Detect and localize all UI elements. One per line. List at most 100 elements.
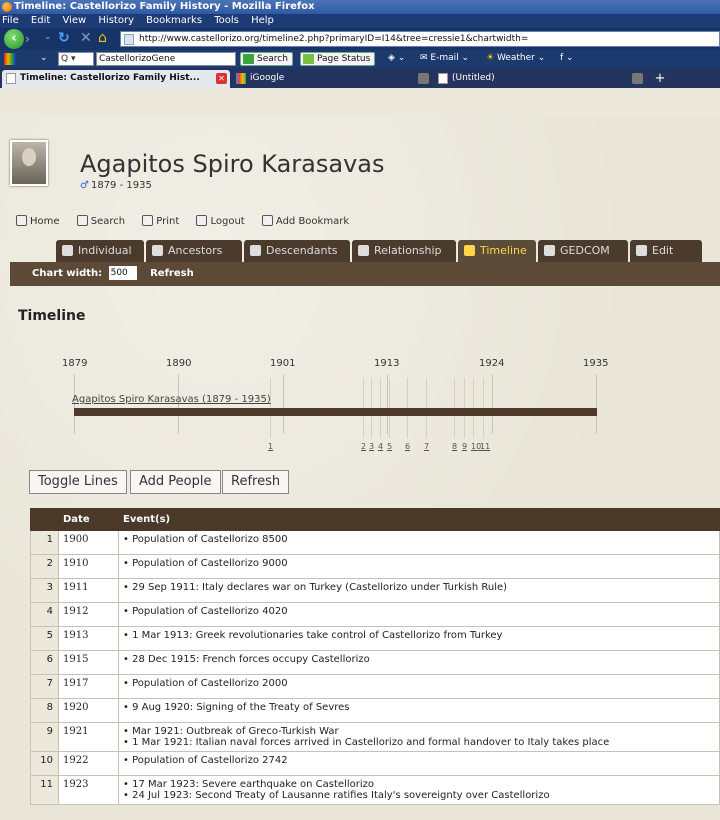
row-index: 1 <box>30 530 59 555</box>
browser-tab-timeline[interactable]: Timeline: Castellorizo Family Hist... ✕ <box>2 70 230 88</box>
tab-timeline[interactable]: Timeline <box>458 240 536 262</box>
tab-individual[interactable]: Individual <box>56 240 144 262</box>
home-link-label: Home <box>30 216 60 227</box>
event-text: 17 Mar 1923: Severe earthquake on Castel… <box>132 779 375 790</box>
tab-gedcom[interactable]: GEDCOM <box>538 240 628 262</box>
tab-descendants[interactable]: Descendants <box>244 240 350 262</box>
timeline-year: 1890 <box>166 358 192 369</box>
menu-edit[interactable]: Edit <box>31 15 50 26</box>
event-marker[interactable]: 11 <box>480 442 490 451</box>
event-marker[interactable]: 5 <box>387 442 392 451</box>
table-row: 6 1915 • 28 Dec 1915: French forces occupy… <box>30 650 720 675</box>
event-marker[interactable]: 3 <box>369 442 374 451</box>
tab-label: GEDCOM <box>560 244 610 257</box>
print-link[interactable]: Print <box>142 215 179 227</box>
chart-refresh-link[interactable]: Refresh <box>150 268 194 279</box>
address-bar[interactable]: http://www.castellorizo.org/timeline2.ph… <box>120 31 720 47</box>
browser-tab-igoogle[interactable]: iGoogle <box>232 70 432 88</box>
table-row: 8 1920 • 9 Aug 1920: Signing of the Treaty… <box>30 698 720 723</box>
toggle-lines-button[interactable]: Toggle Lines <box>29 470 127 494</box>
event-marker[interactable]: 8 <box>452 442 457 451</box>
event-date: 1921 <box>58 722 119 752</box>
home-link[interactable]: Home <box>16 215 60 227</box>
browser-tab-untitled[interactable]: (Untitled) <box>434 70 646 88</box>
tab-edit[interactable]: Edit <box>630 240 702 262</box>
refresh-button[interactable]: Refresh <box>222 470 290 494</box>
forward-button[interactable]: › <box>25 32 39 46</box>
shield-icon[interactable]: ◈ ⌄ <box>388 53 405 63</box>
bullet-icon: • <box>123 702 133 713</box>
logout-link[interactable]: Logout <box>196 215 245 227</box>
home-icon[interactable]: ⌂ <box>98 30 107 46</box>
menu-file[interactable]: File <box>2 15 19 26</box>
event-marker[interactable]: 4 <box>378 442 383 451</box>
col-header-index <box>30 508 59 531</box>
event-date: 1911 <box>58 578 119 603</box>
tab-label: Timeline: Castellorizo Family Hist... <box>20 73 200 83</box>
close-tab-icon[interactable]: ✕ <box>216 73 227 84</box>
stop-icon[interactable]: ✕ <box>80 30 92 46</box>
event-list: • 9 Aug 1920: Signing of the Treaty of S… <box>118 698 720 723</box>
event-date: 1915 <box>58 650 119 675</box>
search-input[interactable]: CastellorizoGene <box>96 52 236 66</box>
bullet-icon: • <box>123 678 133 689</box>
menu-history[interactable]: History <box>98 15 134 26</box>
weather-button[interactable]: ☀ Weather ⌄ <box>486 53 545 63</box>
timeline-person-link[interactable]: Agapitos Spiro Karasavas (1879 - 1935) <box>72 394 271 405</box>
email-button[interactable]: ✉ E-mail ⌄ <box>420 53 469 63</box>
row-index: 9 <box>30 722 59 752</box>
lifespan-bar <box>74 408 597 416</box>
tab-ancestors[interactable]: Ancestors <box>146 240 242 262</box>
event-item: • Population of Castellorizo 2000 <box>123 678 715 689</box>
event-text: Population of Castellorizo 2742 <box>132 755 288 766</box>
event-marker[interactable]: 1 <box>268 442 273 451</box>
event-marker[interactable]: 6 <box>405 442 410 451</box>
bullet-icon: • <box>123 726 133 737</box>
events-table-body: 1 1900 • Population of Castellorizo 8500 2 1… <box>30 530 720 805</box>
tab-label: Relationship <box>374 244 442 257</box>
tab-label: iGoogle <box>250 73 285 83</box>
bullet-icon: • <box>123 737 133 748</box>
home-icon <box>16 215 27 226</box>
event-list: • Population of Castellorizo 2742 <box>118 751 720 776</box>
event-list: • 29 Sep 1911: Italy declares war on Tur… <box>118 578 720 603</box>
event-marker[interactable]: 9 <box>462 442 467 451</box>
event-marker[interactable]: 7 <box>424 442 429 451</box>
search-engine-dropdown[interactable]: Q ▾ <box>58 52 94 66</box>
bullet-icon: • <box>123 630 133 641</box>
search-link[interactable]: Search <box>76 215 125 227</box>
search-button[interactable]: Search <box>240 52 293 66</box>
add-people-button[interactable]: Add People <box>130 470 221 494</box>
person-name: Agapitos Spiro Karasavas <box>80 150 385 178</box>
toolbar-logo-icon <box>4 53 16 65</box>
bullet-icon: • <box>123 790 133 801</box>
event-text: 24 Jul 1923: Second Treaty of Lausanne r… <box>132 790 550 801</box>
facebook-icon[interactable]: f ⌄ <box>560 53 574 63</box>
event-marker[interactable]: 2 <box>361 442 366 451</box>
events-table: Date Event(s) 1 1900 • Population of Caste… <box>30 508 720 805</box>
gedcom-icon <box>544 245 555 256</box>
chart-width-input[interactable]: 500 <box>108 266 137 280</box>
menu-tools[interactable]: Tools <box>214 15 239 26</box>
add-bookmark-link[interactable]: Add Bookmark <box>261 215 349 227</box>
reload-icon[interactable]: ↻ <box>58 30 70 46</box>
timeline-gridline <box>596 374 597 434</box>
timeline-gridline <box>387 374 388 434</box>
back-button[interactable]: ‹ <box>4 29 24 49</box>
row-index: 3 <box>30 578 59 603</box>
new-tab-button[interactable]: + <box>650 71 670 87</box>
menu-view[interactable]: View <box>62 15 86 26</box>
menu-help[interactable]: Help <box>251 15 274 26</box>
toolbar-dropdown-arrow-icon[interactable]: ⌄ <box>40 53 48 63</box>
tab-relationship[interactable]: Relationship <box>352 240 456 262</box>
col-header-date: Date <box>58 508 119 531</box>
close-tab-icon[interactable] <box>418 73 429 84</box>
person-dates-line: ♂ 1879 - 1935 <box>80 180 152 191</box>
history-dropdown-icon[interactable]: ⌄ <box>44 32 52 42</box>
menu-bookmarks[interactable]: Bookmarks <box>146 15 202 26</box>
search-go-icon <box>243 54 254 64</box>
event-item: • Population of Castellorizo 4020 <box>123 606 715 617</box>
event-text: Population of Castellorizo 8500 <box>132 534 288 545</box>
close-tab-icon[interactable] <box>632 73 643 84</box>
page-status-button[interactable]: Page Status <box>300 52 376 66</box>
